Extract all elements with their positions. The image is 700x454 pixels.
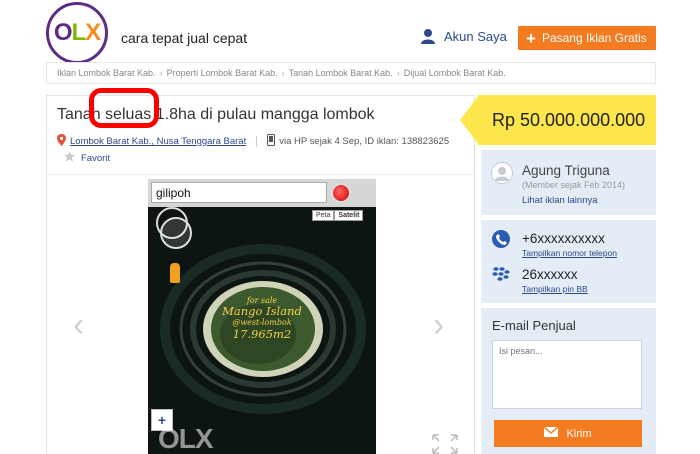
tab-peta[interactable]: Peta xyxy=(312,210,335,221)
breadcrumb-item[interactable]: Iklan Lombok Barat Kab. xyxy=(57,68,156,78)
island-overlay-text: for sale Mango Island @west-lombok 17.96… xyxy=(148,296,376,341)
map-pan-control[interactable] xyxy=(160,217,192,249)
post-ad-label: Pasang Iklan Gratis xyxy=(541,31,647,45)
contact-info: +6xxxxxxxxxx Tampilkan nomor telepon 26x… xyxy=(481,220,656,303)
other-ads-link[interactable]: Lihat iklan lainnya xyxy=(522,195,598,206)
email-title: E-mail Penjual xyxy=(492,318,576,333)
message-input[interactable] xyxy=(492,340,642,409)
blackberry-icon xyxy=(492,266,510,287)
send-label: Kirim xyxy=(566,427,592,440)
user-icon xyxy=(420,28,436,44)
ad-meta: Lombok Barat Kab., Nusa Tenggara Barat v… xyxy=(57,134,449,149)
arrow-right-icon[interactable]: › xyxy=(433,306,444,345)
ad-meta-text: via HP sejak 4 Sep, ID iklan: 138823625 xyxy=(279,136,450,147)
logo-text: OLX xyxy=(53,19,101,46)
location-pin-icon xyxy=(57,134,66,149)
breadcrumb-separator: › xyxy=(281,68,285,78)
olx-logo[interactable]: OLX xyxy=(46,2,108,64)
show-phone-link[interactable]: Tampilkan nomor telepon xyxy=(522,248,617,258)
breadcrumb: Iklan Lombok Barat Kab. › Properti Lombo… xyxy=(46,62,656,84)
ad-detail-panel: Tanah seluas 1.8ha di pulau mangga lombo… xyxy=(46,88,475,454)
tagline: cara tepat jual cepat xyxy=(121,30,248,46)
breadcrumb-item[interactable]: Dijual Lombok Barat Kab. xyxy=(404,68,506,78)
overlay-line: Mango Island xyxy=(222,304,302,319)
seller-info: Agung Triguna (Member sejak Feb 2014) Li… xyxy=(481,150,656,215)
phone-icon xyxy=(492,230,510,248)
price-label: Rp 50.000.000.000 xyxy=(492,109,646,130)
map-search-input[interactable]: gilipoh xyxy=(151,182,327,203)
phone-device-icon xyxy=(267,134,276,149)
account-link[interactable]: Akun Saya xyxy=(420,28,507,44)
favorite-button[interactable]: Favorit xyxy=(63,150,110,166)
member-since: (Member sejak Feb 2014) xyxy=(522,180,626,190)
breadcrumb-separator: › xyxy=(396,68,400,78)
price-tag-arrow xyxy=(460,95,479,145)
avatar xyxy=(491,162,513,184)
breadcrumb-item[interactable]: Tanah Lombok Barat Kab. xyxy=(289,68,393,78)
ad-photo[interactable]: gilipoh Peta Satelit for sale Mango Isla… xyxy=(148,179,376,454)
plus-icon: + xyxy=(526,28,536,48)
star-icon xyxy=(63,150,76,166)
phone-number: +6xxxxxxxxxx xyxy=(522,231,605,246)
send-button[interactable]: Kirim xyxy=(494,420,642,447)
red-highlight-annotation xyxy=(89,88,159,128)
tab-satelit[interactable]: Satelit xyxy=(334,210,364,221)
seller-name: Agung Triguna xyxy=(522,163,610,178)
email-seller-form: E-mail Penjual Kirim xyxy=(481,308,656,454)
map-type-tabs: Peta Satelit xyxy=(312,210,364,221)
olx-watermark: OLX xyxy=(158,423,214,454)
overlay-line: 17.965m2 xyxy=(232,326,292,341)
expand-icon[interactable] xyxy=(432,434,458,454)
map-search-bar: gilipoh xyxy=(148,179,376,207)
account-label: Akun Saya xyxy=(444,28,507,44)
bb-pin: 26xxxxxx xyxy=(522,267,578,282)
street-view-pegman-icon[interactable] xyxy=(170,263,180,283)
breadcrumb-item[interactable]: Properti Lombok Barat Kab. xyxy=(167,68,278,78)
title-divider xyxy=(47,174,474,175)
mail-icon xyxy=(544,426,559,440)
breadcrumb-separator: › xyxy=(159,68,163,78)
location-link[interactable]: Lombok Barat Kab., Nusa Tenggara Barat xyxy=(70,136,246,147)
arrow-left-icon[interactable]: ‹ xyxy=(73,306,84,345)
post-ad-button[interactable]: + Pasang Iklan Gratis xyxy=(518,26,656,50)
favorite-label: Favorit xyxy=(81,152,111,164)
show-pin-link[interactable]: Tampilkan pin BB xyxy=(522,284,588,294)
map-search-button[interactable] xyxy=(331,183,351,203)
meta-divider xyxy=(256,136,258,147)
price-tag: Rp 50.000.000.000 xyxy=(478,95,656,145)
